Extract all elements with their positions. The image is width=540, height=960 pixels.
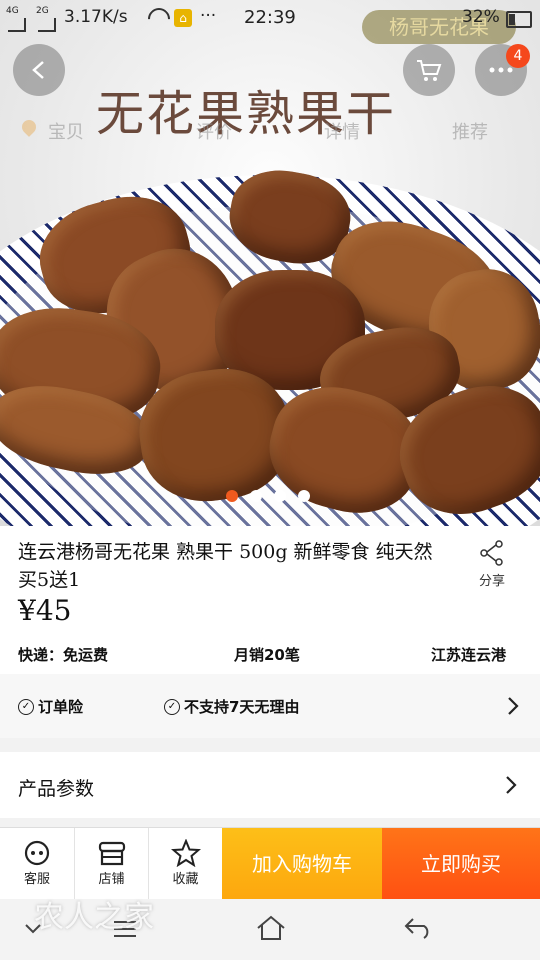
shop-icon <box>98 841 125 866</box>
bottom-action-bar: 客服 店铺 收藏 加入购物车 立即购买 <box>0 827 540 900</box>
monthly-sales: 月销20笔 <box>234 646 300 664</box>
tab-review[interactable]: 评价 <box>196 118 232 144</box>
tab-recommend[interactable]: 推荐 <box>452 118 488 144</box>
cart-count-badge: 4 <box>506 44 530 68</box>
service-order-insurance: ✓ 订单险 <box>18 696 83 717</box>
customer-service-button[interactable]: 客服 <box>0 828 74 900</box>
wifi-icon <box>143 3 175 35</box>
tab-item[interactable]: 宝贝 <box>48 118 84 144</box>
product-title: 连云港杨哥无花果 熟果干 500g 新鲜零食 纯天然 买5送1 <box>18 541 433 591</box>
signal-2g: 2G <box>36 6 49 16</box>
chevron-right-icon <box>508 697 519 715</box>
carousel-dot[interactable] <box>274 490 286 502</box>
product-info: 连云港杨哥无花果 熟果干 500g 新鲜零食 纯天然 买5送1 分享 ¥45 快… <box>0 526 540 674</box>
home-icon[interactable] <box>256 915 286 941</box>
battery-percent: 32% <box>462 7 500 27</box>
price: ¥45 <box>18 594 72 627</box>
carousel-dot[interactable] <box>298 490 310 502</box>
signal-bars-icon <box>8 18 26 32</box>
signal-4g: 4G <box>6 6 19 16</box>
status-bar: 4G 2G 3.17K/s ⌂ ··· 22:39 32% <box>0 0 540 36</box>
shop-button[interactable]: 店铺 <box>75 828 148 900</box>
back-nav-icon[interactable] <box>404 917 434 939</box>
share-icon <box>480 540 503 566</box>
app-notification-icon: ⌂ <box>174 9 192 27</box>
signal-bars-icon <box>38 18 56 32</box>
ship-from-location: 江苏连云港 <box>431 646 507 664</box>
favorite-label: 收藏 <box>172 872 199 887</box>
add-to-cart-button[interactable]: 加入购物车 <box>222 828 382 900</box>
shop-label: 店铺 <box>98 872 125 887</box>
tab-detail[interactable]: 详情 <box>324 118 360 144</box>
back-arrow-icon <box>32 61 44 79</box>
service-no-7day-return: ✓ 不支持7天无理由 <box>164 696 299 717</box>
product-image-carousel[interactable]: 无花果熟果干 杨哥无花果 宝贝 评价 详情 推荐 <box>0 0 540 526</box>
back-button[interactable] <box>13 44 65 96</box>
product-params-row[interactable]: 产品参数 <box>0 752 540 818</box>
check-circle-icon: ✓ <box>164 698 180 715</box>
battery-icon <box>506 11 532 28</box>
share-label: 分享 <box>478 574 505 589</box>
carousel-dot-active[interactable] <box>226 490 238 502</box>
net-speed: 3.17K/s <box>64 7 128 27</box>
share-button[interactable]: 分享 <box>470 540 514 589</box>
more-status-icon: ··· <box>200 6 217 26</box>
more-dots-icon <box>489 67 513 73</box>
params-label: 产品参数 <box>18 778 95 800</box>
cart-icon <box>417 60 442 81</box>
buy-now-button[interactable]: 立即购买 <box>382 828 540 900</box>
pin-icon <box>19 117 39 137</box>
watermark: 农人之家 <box>34 900 154 935</box>
star-icon <box>170 839 201 867</box>
carousel-dot[interactable] <box>250 490 262 502</box>
check-circle-icon: ✓ <box>18 698 34 715</box>
clock: 22:39 <box>244 7 296 28</box>
service-label: 不支持7天无理由 <box>184 698 300 716</box>
customer-service-icon <box>24 840 50 866</box>
favorite-button[interactable]: 收藏 <box>149 828 222 900</box>
cart-button[interactable] <box>403 44 455 96</box>
service-label: 订单险 <box>38 698 84 716</box>
chevron-right-icon <box>506 776 517 794</box>
service-guarantee-row[interactable]: ✓ 订单险 ✓ 不支持7天无理由 <box>0 674 540 738</box>
service-label: 客服 <box>23 872 50 887</box>
shipping-info: 快递：免运费 <box>18 646 109 664</box>
